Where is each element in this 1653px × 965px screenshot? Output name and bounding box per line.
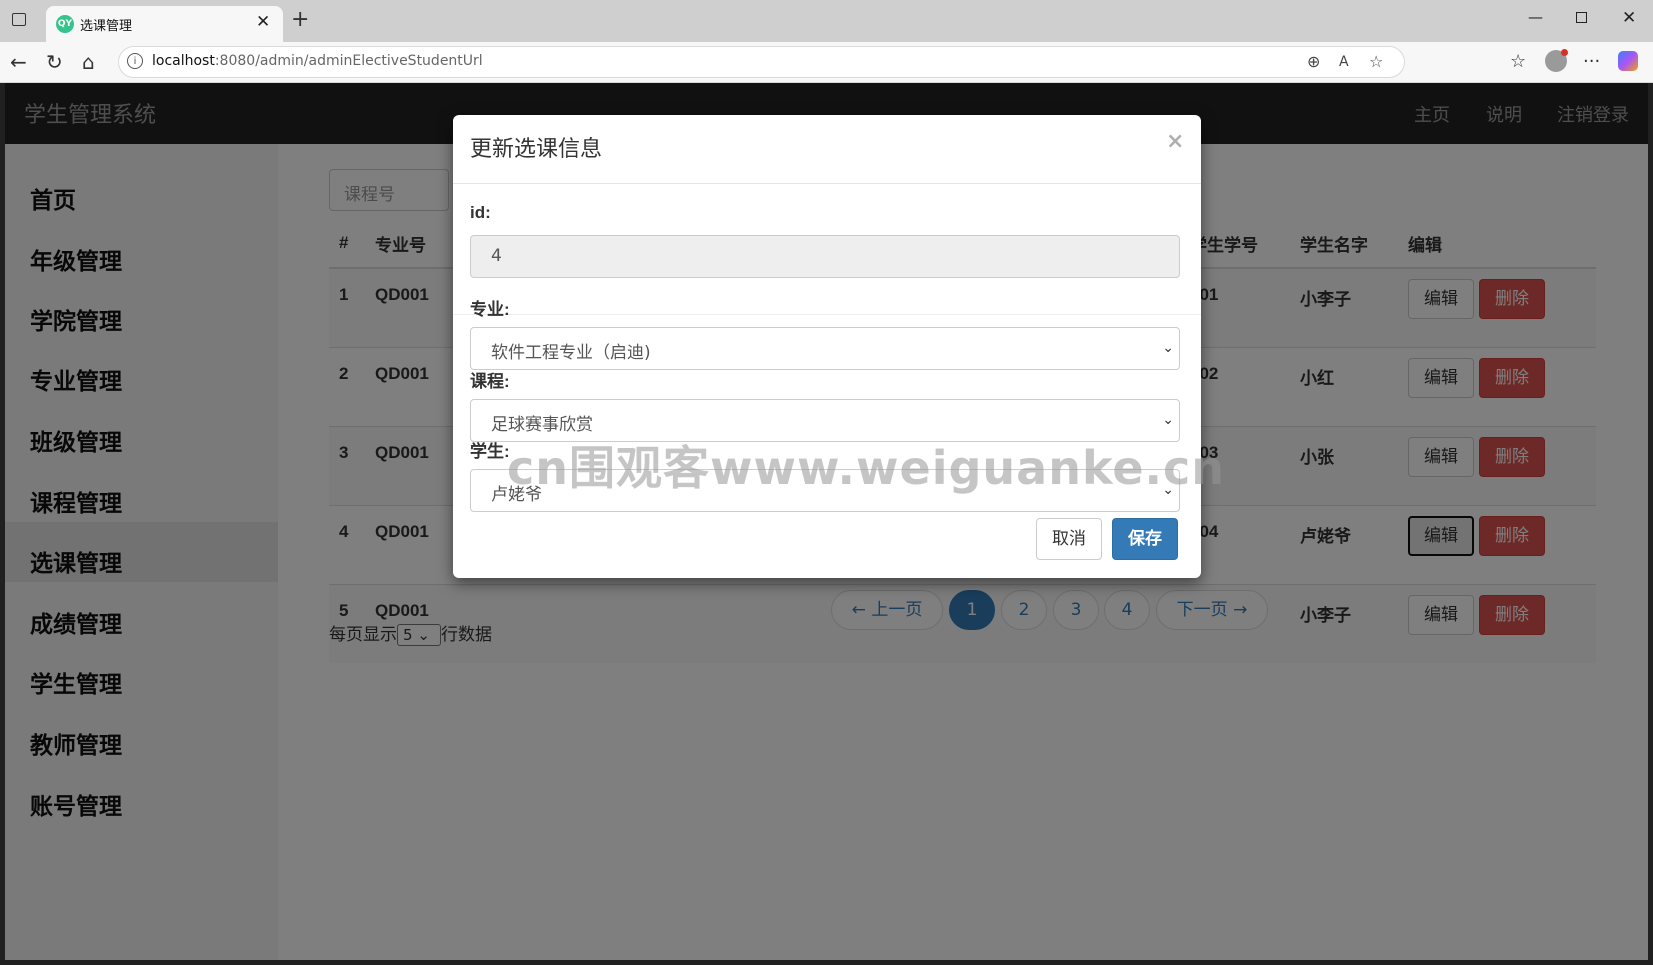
favorite-star-icon[interactable]: ☆	[1369, 52, 1383, 71]
read-aloud-icon[interactable]: A	[1339, 54, 1349, 70]
new-tab-icon[interactable]: +	[291, 7, 309, 32]
close-icon[interactable]: ×	[1166, 129, 1184, 154]
site-info-icon[interactable]: i	[127, 53, 143, 69]
url-text[interactable]: localhost:8080/admin/adminElectiveStuden…	[152, 53, 483, 69]
chevron-down-icon: ⌄	[1162, 340, 1174, 356]
major-select[interactable]: 软件工程专业（启迪) ⌄	[470, 327, 1180, 370]
browser-tabstrip: QY 选课管理 ✕ + — ✕	[0, 0, 1653, 42]
profile-avatar[interactable]	[1545, 49, 1568, 72]
cancel-button[interactable]: 取消	[1036, 518, 1102, 560]
modal-header-divider	[453, 183, 1201, 184]
tab-favicon-icon: QY	[56, 15, 74, 33]
reload-icon[interactable]: ↻	[46, 50, 63, 74]
modal-title: 更新选课信息	[470, 137, 603, 162]
student-label: 学生:	[470, 442, 510, 461]
tab-title: 选课管理	[80, 19, 133, 34]
address-toolbar: ← ↻ ⌂ i localhost:8080/admin/adminElecti…	[0, 42, 1653, 83]
maximize-icon[interactable]	[1576, 12, 1587, 23]
major-label: 专业:	[470, 300, 510, 319]
modal-divider	[453, 314, 1201, 315]
copilot-icon[interactable]	[1618, 51, 1638, 71]
zoom-icon[interactable]: ⊕	[1307, 52, 1320, 71]
chevron-down-icon: ⌄	[1162, 412, 1174, 428]
tab-close-icon[interactable]: ✕	[256, 12, 270, 32]
save-button[interactable]: 保存	[1112, 518, 1178, 560]
sidebar-toggle-icon[interactable]	[12, 13, 26, 26]
notification-dot	[1561, 49, 1568, 56]
address-bar[interactable]: i localhost:8080/admin/adminElectiveStud…	[118, 46, 1405, 78]
back-icon[interactable]: ←	[10, 50, 27, 74]
watermark-text: cn围观客www.weiguanke.cn	[507, 441, 1226, 495]
favorites-icon[interactable]: ☆	[1510, 51, 1526, 72]
more-menu-icon[interactable]: ···	[1583, 51, 1600, 72]
update-elective-modal: 更新选课信息 × id: 4 专业: 软件工程专业（启迪) ⌄ 课程: 足球赛事欣…	[453, 115, 1201, 578]
window-close-icon[interactable]: ✕	[1622, 8, 1636, 28]
id-field: 4	[470, 235, 1180, 278]
id-label: id:	[470, 203, 491, 222]
browser-tab[interactable]: QY 选课管理 ✕	[46, 6, 283, 42]
course-label: 课程:	[470, 372, 510, 391]
home-icon[interactable]: ⌂	[82, 50, 95, 74]
minimize-icon[interactable]: —	[1528, 8, 1543, 26]
